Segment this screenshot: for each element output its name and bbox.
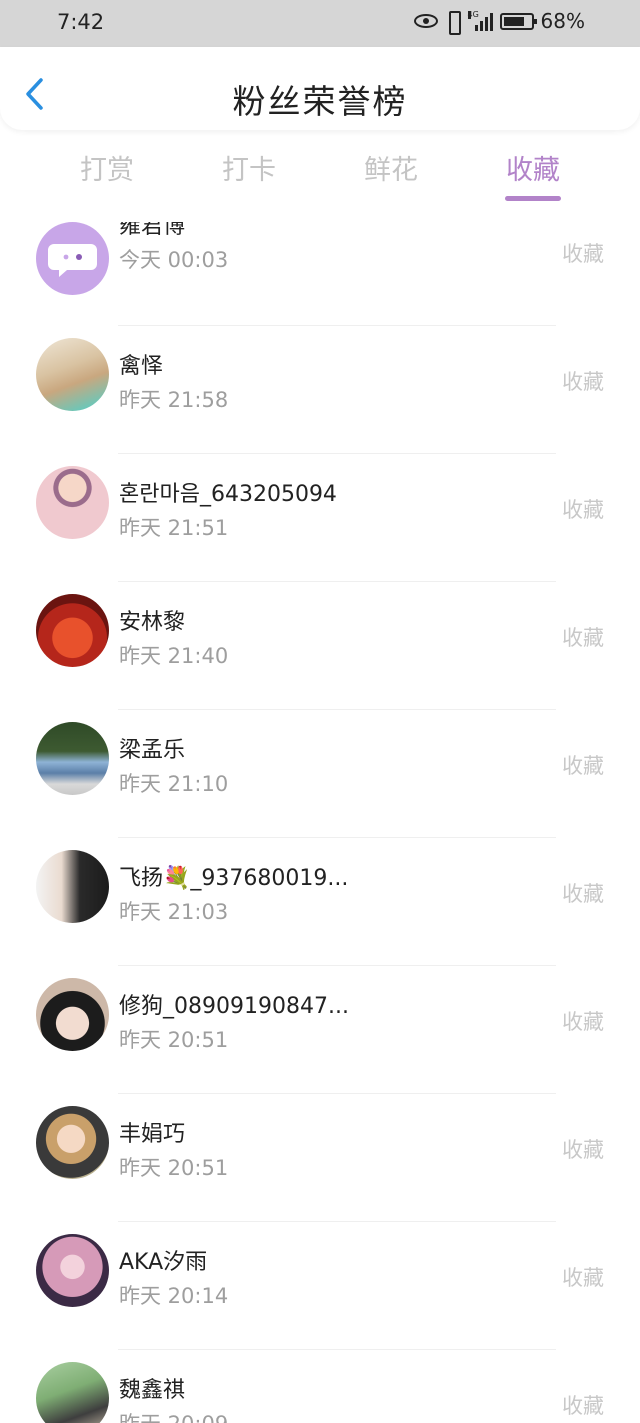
list-item[interactable]: 禽怿 昨天 21:58 收藏 [0, 325, 640, 454]
favorite-action[interactable]: 收藏 [562, 1006, 604, 1036]
divider [118, 453, 556, 454]
fan-time: 昨天 21:03 [119, 900, 229, 924]
tab-favorites-label: 收藏 [506, 155, 560, 186]
fan-name: 飞扬💐_937680019... [119, 866, 349, 891]
fan-time: 昨天 20:09 [119, 1408, 228, 1423]
avatar[interactable] [36, 1106, 109, 1179]
divider [118, 1221, 556, 1222]
avatar[interactable] [36, 978, 109, 1051]
eye-icon [413, 14, 438, 28]
battery-icon [499, 12, 537, 30]
tab-favorites[interactable]: 收藏 [478, 148, 588, 201]
avatar[interactable] [36, 850, 109, 923]
list-item[interactable]: 修狗_08909190847... 昨天 20:51 收藏 [0, 965, 640, 1094]
divider [118, 709, 556, 710]
list-item[interactable]: 飞扬💐_937680019... 昨天 21:03 收藏 [0, 837, 640, 966]
tab-bar: 打赏 打卡 鲜花 收藏 [0, 148, 640, 208]
fan-name: AKA汐雨 [119, 1250, 208, 1275]
list-item[interactable]: 魏鑫祺 昨天 20:09 收藏 [0, 1349, 640, 1423]
app-header: 粉丝荣誉榜 [0, 47, 640, 130]
fan-name: 혼란마음_643205094 [119, 482, 337, 507]
fan-name: 丰娟巧 [119, 1122, 186, 1147]
list-item[interactable]: 梁孟乐 昨天 21:10 收藏 [0, 709, 640, 838]
divider [118, 325, 556, 326]
divider [118, 1349, 556, 1350]
list-item[interactable]: 安林黎 昨天 21:40 收藏 [0, 581, 640, 710]
favorite-action[interactable]: 收藏 [562, 494, 604, 524]
page-title: 粉丝荣誉榜 [232, 82, 408, 121]
fan-time: 昨天 20:51 [119, 1156, 229, 1180]
tab-flowers[interactable]: 鲜花 [336, 148, 446, 187]
fan-time: 昨天 21:40 [119, 644, 229, 668]
tab-checkin[interactable]: 打卡 [194, 148, 304, 187]
fan-time: 昨天 21:51 [119, 516, 229, 540]
avatar[interactable] [36, 1362, 109, 1423]
favorite-action[interactable]: 收藏 [562, 1390, 604, 1420]
favorite-action[interactable]: 收藏 [562, 1134, 604, 1164]
battery-percent: 68% [540, 9, 585, 33]
avatar[interactable] [36, 222, 109, 295]
favorite-action[interactable]: 收藏 [562, 366, 604, 396]
network-type: 4G [467, 10, 479, 19]
favorite-action[interactable]: 收藏 [562, 750, 604, 780]
status-time: 7:42 [57, 10, 105, 34]
list-item[interactable]: 혼란마음_643205094 昨天 21:51 收藏 [0, 453, 640, 582]
fan-name: 梁孟乐 [119, 738, 186, 763]
vibrate-icon [445, 11, 461, 35]
fan-name: 禽怿 [119, 354, 164, 379]
avatar[interactable] [36, 466, 109, 539]
active-tab-indicator [505, 196, 561, 201]
favorite-action[interactable]: 收藏 [562, 1262, 604, 1292]
fan-time: 昨天 20:51 [119, 1028, 229, 1052]
fan-time: 昨天 21:10 [119, 772, 229, 796]
fan-name: 修狗_08909190847... [119, 994, 349, 1019]
divider [118, 1093, 556, 1094]
fan-name: 魏鑫祺 [119, 1378, 186, 1403]
chat-bubble-icon [48, 244, 97, 277]
favorite-action[interactable]: 收藏 [562, 238, 604, 268]
fan-time: 今天 00:03 [119, 248, 229, 272]
divider [118, 837, 556, 838]
fan-list: 雍君博 今天 00:03 收藏 禽怿 昨天 21:58 收藏 혼란마음_6432… [0, 222, 640, 1423]
list-item[interactable]: AKA汐雨 昨天 20:14 收藏 [0, 1221, 640, 1350]
avatar[interactable] [36, 1234, 109, 1307]
fan-name: 安林黎 [119, 610, 186, 635]
fan-name: 雍君博 [119, 222, 186, 239]
avatar[interactable] [36, 722, 109, 795]
fan-time: 昨天 21:58 [119, 388, 229, 412]
avatar[interactable] [36, 338, 109, 411]
fan-time: 昨天 20:14 [119, 1284, 229, 1308]
divider [118, 965, 556, 966]
favorite-action[interactable]: 收藏 [562, 622, 604, 652]
list-item[interactable]: 雍君博 今天 00:03 收藏 [0, 222, 640, 326]
list-item[interactable]: 丰娟巧 昨天 20:51 收藏 [0, 1093, 640, 1222]
status-bar: 7:42 4G 68% [0, 0, 640, 47]
divider [118, 581, 556, 582]
status-icons: 4G 68% [413, 9, 585, 35]
signal-icon: 4G [467, 10, 493, 31]
tab-reward[interactable]: 打赏 [52, 148, 162, 187]
avatar[interactable] [36, 594, 109, 667]
favorite-action[interactable]: 收藏 [562, 878, 604, 908]
